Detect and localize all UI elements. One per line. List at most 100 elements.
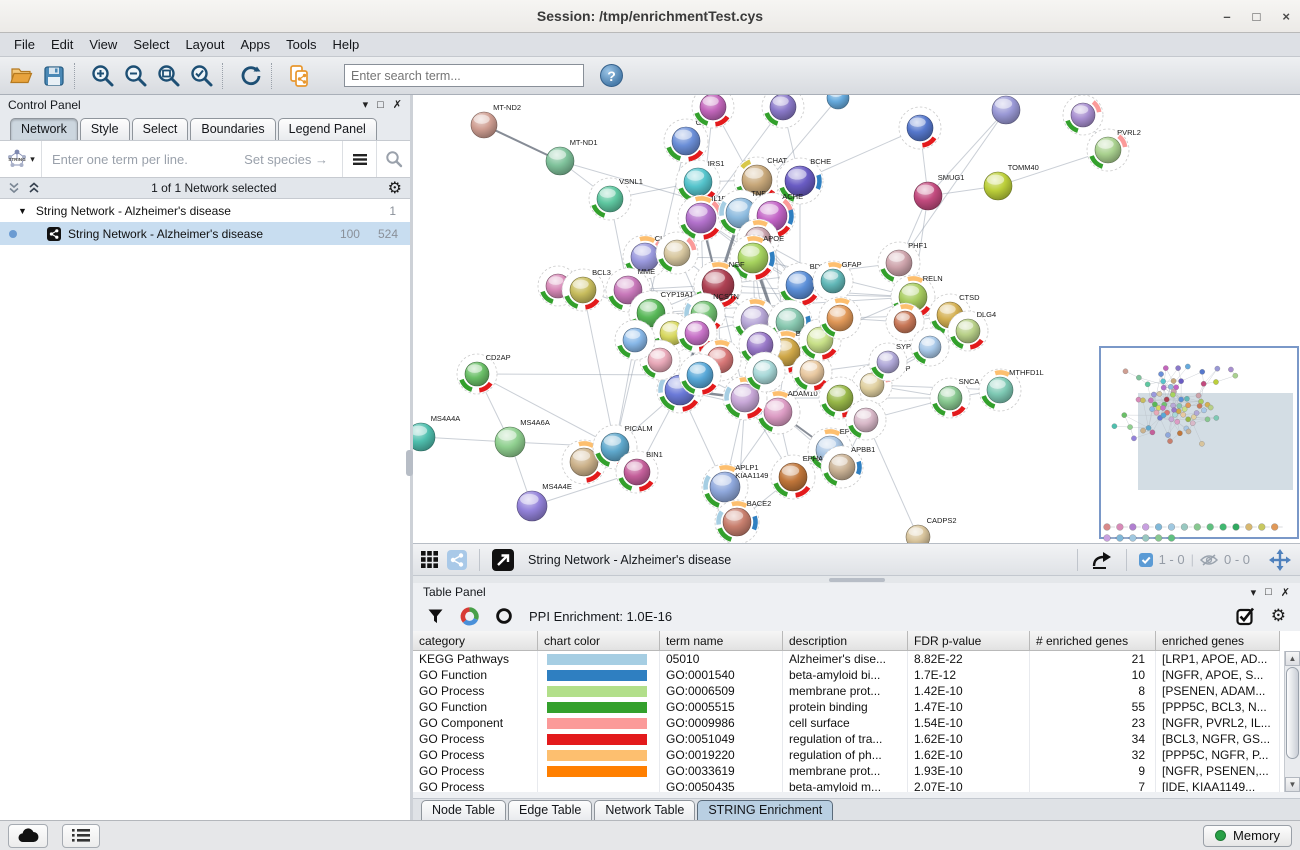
network-node-epha5[interactable]: EPHA5 <box>771 454 827 499</box>
menu-item-file[interactable]: File <box>6 35 43 54</box>
menu-item-select[interactable]: Select <box>125 35 177 54</box>
column-header-term-name[interactable]: term name <box>660 631 783 651</box>
network-graph[interactable]: MT-ND2MT-ND1VSNL1GAB2ADAMTS2SMUG1TOMM40P… <box>413 95 1300 543</box>
panel-close-icon[interactable]: ✗ <box>393 98 402 111</box>
share-view-icon[interactable] <box>447 550 467 570</box>
table-row[interactable]: GO ProcessGO:0033619membrane prot...1.93… <box>413 763 1300 779</box>
tab-node-table[interactable]: Node Table <box>421 800 506 820</box>
tab-boundaries[interactable]: Boundaries <box>190 118 275 140</box>
table-row[interactable]: GO ComponentGO:0009986cell surface1.54E-… <box>413 715 1300 731</box>
tab-select[interactable]: Select <box>132 118 189 140</box>
tab-network[interactable]: Network <box>10 118 78 140</box>
task-history-button[interactable] <box>62 824 100 848</box>
network-node[interactable] <box>615 320 655 360</box>
horizontal-splitter[interactable] <box>413 575 1300 583</box>
tree-expand-icon[interactable]: ▼ <box>18 206 27 216</box>
network-row[interactable]: String Network - Alzheimer's disease 100… <box>0 222 410 245</box>
network-node-dlg4[interactable]: DLG4 <box>948 310 996 351</box>
menu-item-layout[interactable]: Layout <box>177 35 232 54</box>
string-protocol-selector[interactable]: STRING ▾ <box>0 141 42 177</box>
menu-item-tools[interactable]: Tools <box>278 35 324 54</box>
minimize-button[interactable]: – <box>1223 9 1230 24</box>
expand-all-icon[interactable] <box>28 182 40 194</box>
save-session-button[interactable] <box>37 61 70 91</box>
panel-close-icon[interactable]: ✗ <box>1281 586 1290 599</box>
network-node[interactable] <box>745 352 785 392</box>
vertical-scrollbar[interactable]: ▲ ▼ <box>1284 651 1300 792</box>
birdseye-view[interactable] <box>1100 347 1298 541</box>
network-node[interactable] <box>819 297 861 339</box>
menu-item-view[interactable]: View <box>81 35 125 54</box>
search-input[interactable] <box>344 64 584 87</box>
network-node-ms4a4e[interactable]: MS4A4E <box>517 482 572 521</box>
zoom-out-button[interactable] <box>119 61 152 91</box>
menu-item-edit[interactable]: Edit <box>43 35 81 54</box>
column-header-description[interactable]: description <box>783 631 908 651</box>
column-header-chart-color[interactable]: chart color <box>538 631 660 651</box>
table-row[interactable]: GO ProcessGO:0006509membrane prot...1.42… <box>413 683 1300 699</box>
table-row[interactable]: GO ProcessGO:0051049regulation of tra...… <box>413 731 1300 747</box>
select-columns-icon[interactable] <box>1236 607 1255 626</box>
network-canvas[interactable]: MT-ND2MT-ND1VSNL1GAB2ADAMTS2SMUG1TOMM40P… <box>413 95 1300 543</box>
table-row[interactable]: KEGG Pathways05010Alzheimer's dise...8.8… <box>413 651 1300 667</box>
network-node[interactable] <box>762 95 804 128</box>
scroll-up-arrow[interactable]: ▲ <box>1285 651 1300 666</box>
network-node-bcl3[interactable]: BCL3 <box>562 268 611 311</box>
network-node-mthfd1l[interactable]: MTHFD1L <box>979 368 1044 411</box>
detach-view-icon[interactable] <box>492 549 514 571</box>
copy-network-button[interactable] <box>283 61 316 91</box>
filter-icon[interactable] <box>427 608 444 625</box>
collapse-all-icon[interactable] <box>8 182 20 194</box>
close-button[interactable]: × <box>1282 9 1290 24</box>
cloud-tasks-button[interactable] <box>8 824 48 848</box>
network-node-apbb1[interactable]: APBB1 <box>821 445 875 488</box>
column-header-enriched-genes[interactable]: enriched genes <box>1156 631 1280 651</box>
tab-string-enrichment[interactable]: STRING Enrichment <box>697 800 833 820</box>
zoom-in-button[interactable] <box>86 61 119 91</box>
fit-content-icon[interactable] <box>1268 548 1292 572</box>
network-node-bin1[interactable]: BIN1 <box>616 450 663 493</box>
panel-float-icon[interactable]: □ <box>1265 586 1272 598</box>
network-node-adamts2[interactable]: ADAMTS2 <box>992 95 1051 124</box>
export-network-icon[interactable] <box>1090 549 1114 571</box>
network-node-cadps2[interactable]: CADPS2 <box>906 516 957 543</box>
table-row[interactable]: GO ProcessGO:0019220regulation of ph...1… <box>413 747 1300 763</box>
tab-edge-table[interactable]: Edge Table <box>508 800 592 820</box>
splitter-grip[interactable] <box>829 578 885 582</box>
panel-collapse-icon[interactable]: ▾ <box>1251 586 1257 599</box>
tab-legend-panel[interactable]: Legend Panel <box>278 118 377 140</box>
panel-float-icon[interactable]: □ <box>377 99 384 111</box>
maximize-button[interactable]: □ <box>1253 9 1261 24</box>
scroll-down-arrow[interactable]: ▼ <box>1285 777 1300 792</box>
zoom-selected-button[interactable] <box>185 61 218 91</box>
column-header-fdr-p-value[interactable]: FDR p-value <box>908 631 1030 651</box>
gear-icon[interactable]: ⚙ <box>1271 608 1286 625</box>
network-node[interactable] <box>846 400 886 440</box>
refresh-button[interactable] <box>234 61 267 91</box>
gear-icon[interactable]: ⚙ <box>388 180 402 196</box>
table-row[interactable]: GO ProcessGO:0050435beta-amyloid m...2.0… <box>413 779 1300 792</box>
network-node[interactable] <box>899 107 941 149</box>
string-query-placeholder[interactable]: Enter one term per line. <box>42 152 244 167</box>
set-species-hint[interactable]: Set species → <box>244 152 342 167</box>
panel-collapse-icon[interactable]: ▾ <box>363 98 369 111</box>
string-search-button[interactable] <box>376 141 410 177</box>
donut-chart-icon[interactable] <box>460 607 479 626</box>
network-node-pvrl2[interactable]: PVRL2 <box>1087 128 1141 171</box>
table-row[interactable]: GO FunctionGO:0001540beta-amyloid bi...1… <box>413 667 1300 683</box>
help-button[interactable]: ? <box>600 64 623 87</box>
ring-chart-icon[interactable] <box>495 607 513 625</box>
string-options-button[interactable] <box>342 141 376 177</box>
tab-network-table[interactable]: Network Table <box>594 800 695 820</box>
zoom-fit-button[interactable] <box>152 61 185 91</box>
network-node-tomm40[interactable]: TOMM40 <box>984 163 1039 200</box>
network-collection-row[interactable]: ▼ String Network - Alzheimer's disease 1 <box>0 199 410 222</box>
network-node-ms4a6a[interactable]: MS4A6A <box>495 418 550 457</box>
network-node-ms4a4a[interactable]: MS4A4A <box>413 414 460 451</box>
column-header--enriched-genes[interactable]: # enriched genes <box>1030 631 1156 651</box>
network-node-syp[interactable]: SYP <box>869 342 911 381</box>
network-node-mt-nd2[interactable]: MT-ND2 <box>471 103 521 138</box>
network-node[interactable] <box>656 232 698 274</box>
table-row[interactable]: GO FunctionGO:0005515protein binding1.47… <box>413 699 1300 715</box>
network-node[interactable] <box>911 328 949 366</box>
